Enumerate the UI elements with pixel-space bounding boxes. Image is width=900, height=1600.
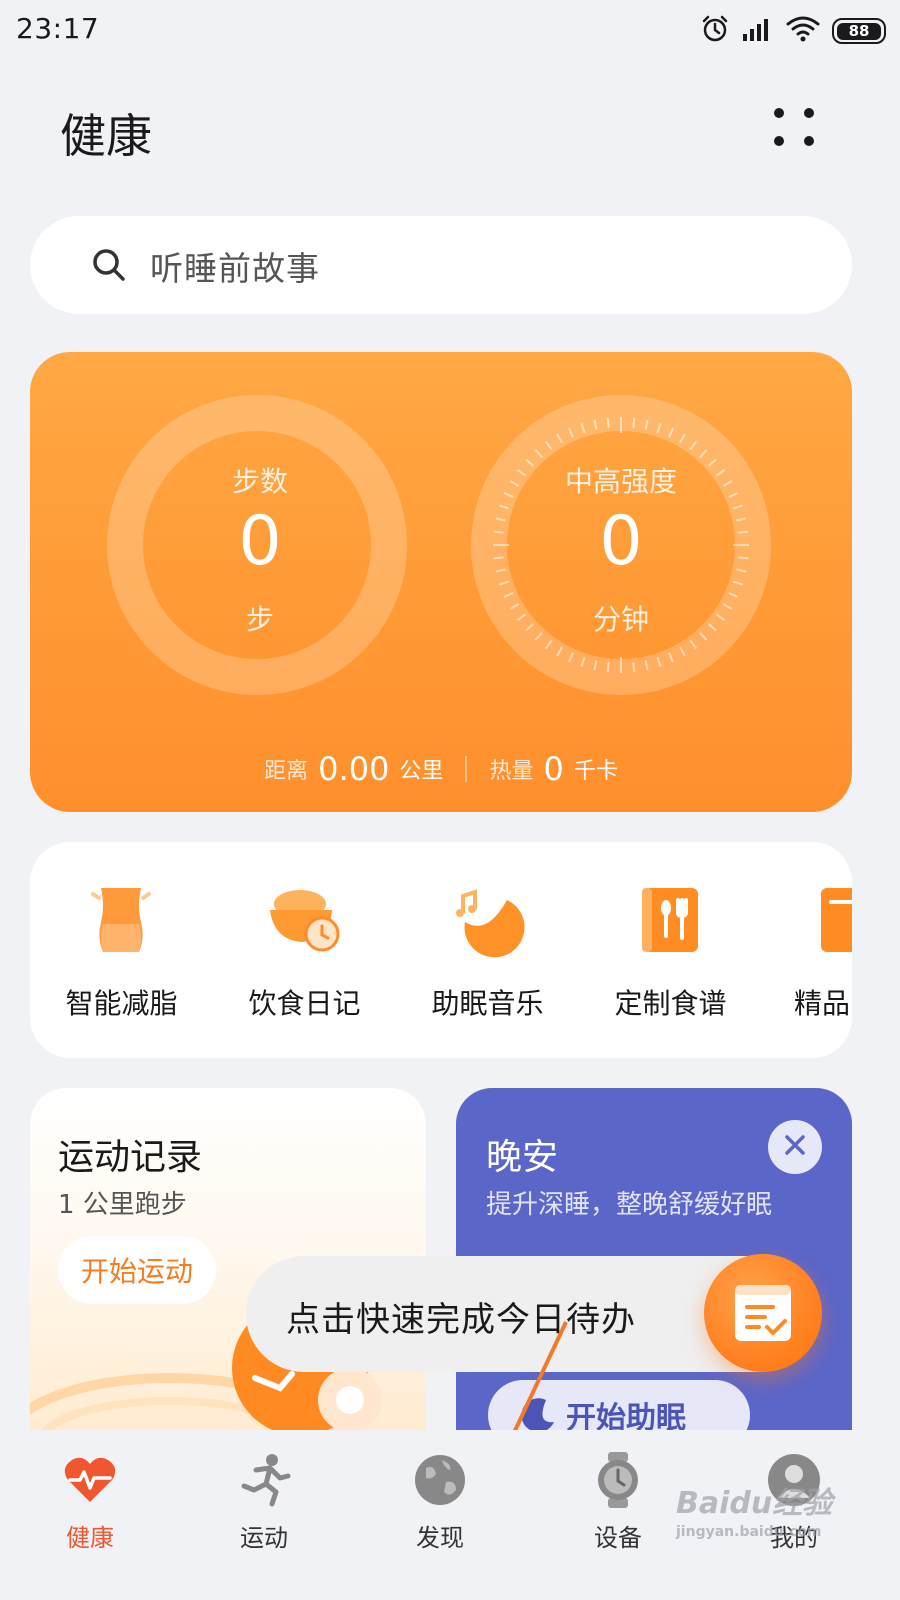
ring-tick <box>632 417 636 428</box>
battery-indicator: 88 <box>832 18 886 44</box>
ring-tick <box>606 417 610 428</box>
watch-icon <box>590 1452 646 1508</box>
nav-item-discover[interactable]: 发现 <box>350 1430 530 1600</box>
search-icon <box>90 246 130 286</box>
nav-item-exercise[interactable]: 运动 <box>174 1430 354 1600</box>
dot-icon <box>804 108 814 118</box>
sleep-card-title: 晚安 <box>486 1137 559 1178</box>
steps-value: 0 <box>238 502 282 581</box>
moon-music-icon <box>449 882 525 958</box>
alarm-icon <box>700 14 730 48</box>
shortcut-label: 定制食谱 <box>614 987 727 1020</box>
todo-list-icon <box>733 1283 793 1347</box>
exercise-card-title: 运动记录 <box>58 1137 203 1178</box>
nav-item-health[interactable]: 健康 <box>0 1430 180 1600</box>
shortcut-premium[interactable]: 精品 <box>762 842 852 1058</box>
status-time: 23:17 <box>16 12 100 45</box>
shortcut-custom-recipe[interactable]: 定制食谱 <box>579 842 762 1058</box>
tooltip-text: 点击快速完成今日待办 <box>286 1300 636 1340</box>
nav-label: 发现 <box>416 1524 464 1552</box>
shortcuts-row: 智能减脂 饮食日记 助眠音乐 定制食谱 精品 <box>30 842 852 1058</box>
globe-icon <box>412 1452 468 1508</box>
nav-label: 健康 <box>66 1524 114 1552</box>
shortcut-label: 精品 <box>794 987 851 1020</box>
baidu-watermark: Baidu经验 jingyan.baidu.com <box>676 1478 833 1540</box>
battery-level: 88 <box>837 22 881 40</box>
distance-label: 距离 <box>264 759 309 784</box>
intensity-value: 0 <box>599 502 643 581</box>
cutlery-book-icon <box>632 882 708 958</box>
activity-summary-card[interactable]: 步数 0 步 中高强度 0 分钟 距离 0.00 公里 热量 0 千卡 <box>30 352 852 812</box>
close-button[interactable] <box>768 1120 822 1174</box>
sleep-card-subtitle: 提升深睡，整晚舒缓好眠 <box>486 1190 773 1220</box>
dot-icon <box>774 108 784 118</box>
intensity-unit: 分钟 <box>592 603 649 636</box>
heart-pulse-icon <box>62 1452 118 1508</box>
calories-value: 0 <box>543 750 564 788</box>
search-suggestion-text: 听睡前故事 <box>150 249 320 288</box>
page-title: 健康 <box>60 109 152 163</box>
shortcut-label: 饮食日记 <box>248 987 361 1020</box>
steps-unit: 步 <box>245 603 274 636</box>
summary-footer: 距离 0.00 公里 热量 0 千卡 <box>30 744 852 794</box>
watermark-url: jingyan.baidu.com <box>676 1524 822 1540</box>
shortcut-label: 智能减脂 <box>65 987 178 1020</box>
signal-icon <box>742 16 774 46</box>
shortcut-label: 助眠音乐 <box>431 987 544 1020</box>
ring-tick <box>606 662 610 673</box>
nav-label: 运动 <box>240 1524 288 1552</box>
steps-label: 步数 <box>231 465 288 498</box>
close-icon <box>783 1133 807 1161</box>
shortcut-diet-diary[interactable]: 饮食日记 <box>213 842 396 1058</box>
food-bowl-clock-icon <box>266 882 342 958</box>
wifi-icon <box>786 15 820 47</box>
dot-icon <box>774 136 784 146</box>
premium-icon <box>815 882 852 958</box>
exercise-card-subtitle: 1 公里跑步 <box>58 1190 187 1220</box>
status-bar: 23:17 88 <box>0 0 900 62</box>
dot-icon <box>804 136 814 146</box>
calories-unit: 千卡 <box>573 759 618 784</box>
shortcut-smart-fat-loss[interactable]: 智能减脂 <box>30 842 213 1058</box>
divider <box>465 756 468 782</box>
activity-rings <box>107 395 771 695</box>
quick-todo-button[interactable] <box>704 1254 822 1372</box>
calories-label: 热量 <box>489 759 534 784</box>
shortcut-sleep-music[interactable]: 助眠音乐 <box>396 842 579 1058</box>
more-menu-button[interactable] <box>770 104 820 154</box>
distance-unit: 公里 <box>399 759 444 784</box>
status-icons: 88 <box>700 14 886 48</box>
ring-tick <box>632 662 636 673</box>
distance-value: 0.00 <box>318 750 390 788</box>
body-shape-icon <box>83 882 159 958</box>
search-bar[interactable]: 听睡前故事 <box>30 216 852 314</box>
intensity-label: 中高强度 <box>564 465 677 498</box>
start-exercise-button[interactable]: 开始运动 <box>58 1236 216 1304</box>
watermark-brand: Baidu经验 <box>676 1486 833 1521</box>
runner-icon <box>236 1452 292 1508</box>
